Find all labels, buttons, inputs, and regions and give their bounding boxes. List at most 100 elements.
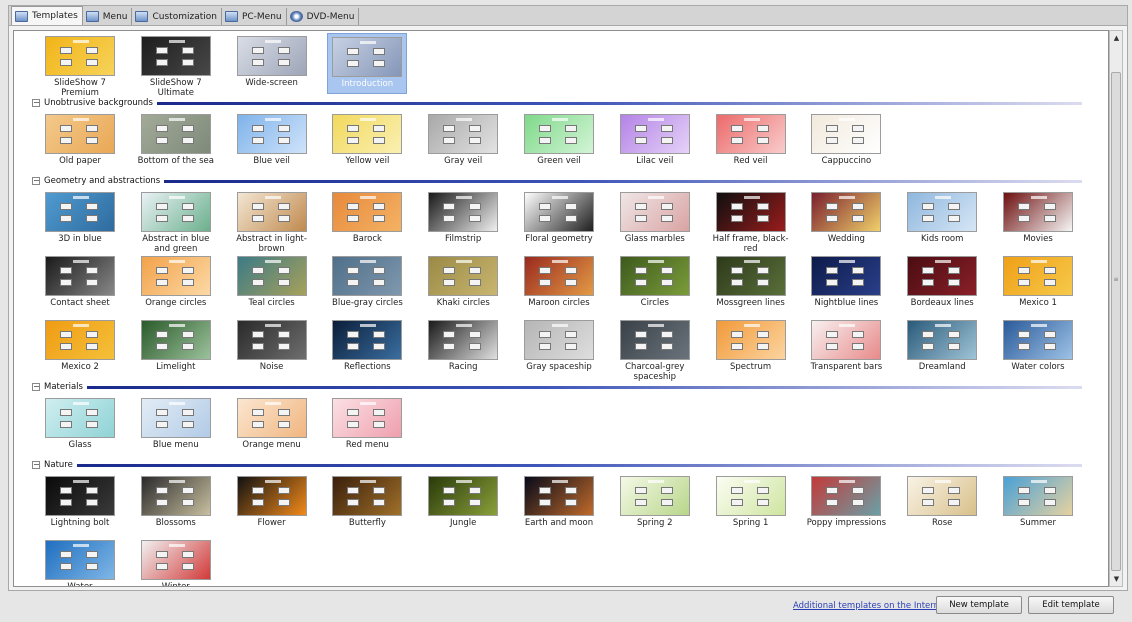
template-item[interactable]: Racing <box>423 317 503 378</box>
template-item[interactable]: Noise <box>232 317 312 378</box>
template-item[interactable]: Nightblue lines <box>806 253 886 314</box>
template-item[interactable]: Red veil <box>711 111 791 172</box>
scrollbar-thumb[interactable] <box>1111 72 1121 571</box>
thumbnail-menu-button <box>565 331 577 338</box>
template-item[interactable]: Reflections <box>327 317 407 378</box>
vertical-scrollbar[interactable]: ▲ ≡ ▼ <box>1109 30 1123 587</box>
tab-pc-menu[interactable]: PC-Menu <box>222 8 287 25</box>
template-item[interactable]: Green veil <box>519 111 599 172</box>
template-item[interactable]: Maroon circles <box>519 253 599 314</box>
template-item[interactable]: Blossoms <box>136 473 216 534</box>
template-item[interactable]: SlideShow 7 Ultimate <box>136 33 216 98</box>
template-item[interactable]: Limelight <box>136 317 216 378</box>
group-header[interactable]: − Nature <box>32 459 1082 471</box>
thumbnail-menu-button <box>852 279 865 286</box>
template-item[interactable]: Filmstrip <box>423 189 503 250</box>
thumbnail-menu-button <box>277 215 290 222</box>
template-item[interactable]: Blue menu <box>136 395 216 456</box>
template-item[interactable]: Wedding <box>806 189 886 250</box>
template-item[interactable]: Mossgreen lines <box>711 253 791 314</box>
tab-customization[interactable]: Customization <box>132 8 222 25</box>
template-item[interactable]: Gray veil <box>423 111 503 172</box>
template-item[interactable]: Flower <box>232 473 312 534</box>
template-item[interactable]: Rose <box>902 473 982 534</box>
template-item[interactable]: Glass <box>40 395 120 456</box>
tab-dvd-menu[interactable]: DVD-Menu <box>287 8 360 25</box>
template-item[interactable]: Water <box>40 537 120 586</box>
template-item[interactable]: Orange circles <box>136 253 216 314</box>
thumbnail-menu-button <box>277 125 290 132</box>
template-item[interactable]: Lightning bolt <box>40 473 120 534</box>
template-item[interactable]: Winter <box>136 537 216 586</box>
template-item[interactable]: Glass marbles <box>615 189 695 250</box>
template-item[interactable]: Khaki circles <box>423 253 503 314</box>
template-item[interactable]: Spring 2 <box>615 473 695 534</box>
template-item[interactable]: Lilac veil <box>615 111 695 172</box>
additional-templates-link[interactable]: Additional templates on the Internet <box>793 601 948 611</box>
template-item[interactable]: Gray spaceship <box>519 317 599 378</box>
template-item[interactable]: Butterfly <box>327 473 407 534</box>
thumbnail-title-bar <box>264 260 281 263</box>
template-label: Abstract in blue and green <box>142 234 210 254</box>
template-item[interactable]: Abstract in blue and green <box>136 189 216 254</box>
template-item[interactable]: Water colors <box>998 317 1078 378</box>
group-header[interactable]: − Materials <box>32 381 1082 393</box>
template-item[interactable]: Mexico 1 <box>998 253 1078 314</box>
template-item[interactable]: Old paper <box>40 111 120 172</box>
template-thumbnail <box>140 540 211 580</box>
template-item[interactable]: Bottom of the sea <box>136 111 216 172</box>
template-item[interactable]: Dreamland <box>902 317 982 378</box>
tab-menu[interactable]: Menu <box>83 8 133 25</box>
scroll-up-arrow-icon[interactable]: ▲ <box>1112 33 1121 43</box>
template-item[interactable]: Orange menu <box>232 395 312 456</box>
template-item[interactable]: Earth and moon <box>519 473 599 534</box>
template-item[interactable]: Jungle <box>423 473 503 534</box>
thumbnail-menu-button <box>155 125 168 132</box>
collapse-toggle-icon[interactable]: − <box>32 383 40 391</box>
template-item[interactable]: Teal circles <box>232 253 312 314</box>
edit-template-button[interactable]: Edit template <box>1028 596 1114 614</box>
template-item[interactable]: Mexico 2 <box>40 317 120 378</box>
template-item[interactable]: Circles <box>615 253 695 314</box>
template-thumbnail <box>45 256 115 296</box>
template-item[interactable]: Floral geometry <box>519 189 599 250</box>
template-item[interactable]: Half frame, black-red <box>711 189 791 254</box>
template-item[interactable]: Poppy impressions <box>806 473 886 534</box>
template-item[interactable]: Transparent bars <box>806 317 886 378</box>
collapse-toggle-icon[interactable]: − <box>32 461 40 469</box>
template-item[interactable]: Red menu <box>327 395 407 456</box>
template-item[interactable]: Barock <box>327 189 407 250</box>
template-item[interactable]: Movies <box>998 189 1078 250</box>
template-label: Spectrum <box>729 362 772 372</box>
group-header[interactable]: − Geometry and abstractions <box>32 175 1082 187</box>
collapse-toggle-icon[interactable]: − <box>32 177 40 185</box>
thumbnail-menu-button <box>60 421 72 428</box>
template-item[interactable]: Abstract in light-brown <box>232 189 312 254</box>
template-item[interactable]: Spring 1 <box>711 473 791 534</box>
template-item[interactable]: Bordeaux lines <box>902 253 982 314</box>
template-item[interactable]: Cappuccino <box>806 111 886 172</box>
template-label: Orange circles <box>145 298 207 308</box>
thumbnail-menu-button <box>373 499 386 506</box>
collapse-toggle-icon[interactable]: − <box>32 99 40 107</box>
scroll-down-arrow-icon[interactable]: ▼ <box>1112 574 1121 584</box>
template-item[interactable]: Blue-gray circles <box>327 253 407 314</box>
template-label: Movies <box>1023 234 1053 244</box>
template-item[interactable]: Wide-screen <box>232 33 312 94</box>
template-item[interactable]: Kids room <box>902 189 982 250</box>
template-item[interactable]: Spectrum <box>711 317 791 378</box>
template-item[interactable]: SlideShow 7 Premium <box>40 33 120 98</box>
template-label: Blue menu <box>152 440 199 450</box>
thumbnail-menu-button <box>660 215 673 222</box>
template-item[interactable]: Yellow veil <box>327 111 407 172</box>
tab-templates[interactable]: Templates <box>11 6 83 25</box>
thumbnail-title-bar <box>264 480 281 483</box>
template-item[interactable]: 3D in blue <box>40 189 120 250</box>
template-item[interactable]: Charcoal-grey spaceship <box>615 317 695 382</box>
template-item[interactable]: Summer <box>998 473 1078 534</box>
group-header[interactable]: − Unobtrusive backgrounds <box>32 97 1082 109</box>
new-template-button[interactable]: New template <box>936 596 1022 614</box>
template-item[interactable]: Introduction <box>327 33 408 94</box>
template-item[interactable]: Blue veil <box>232 111 312 172</box>
template-item[interactable]: Contact sheet <box>40 253 120 314</box>
